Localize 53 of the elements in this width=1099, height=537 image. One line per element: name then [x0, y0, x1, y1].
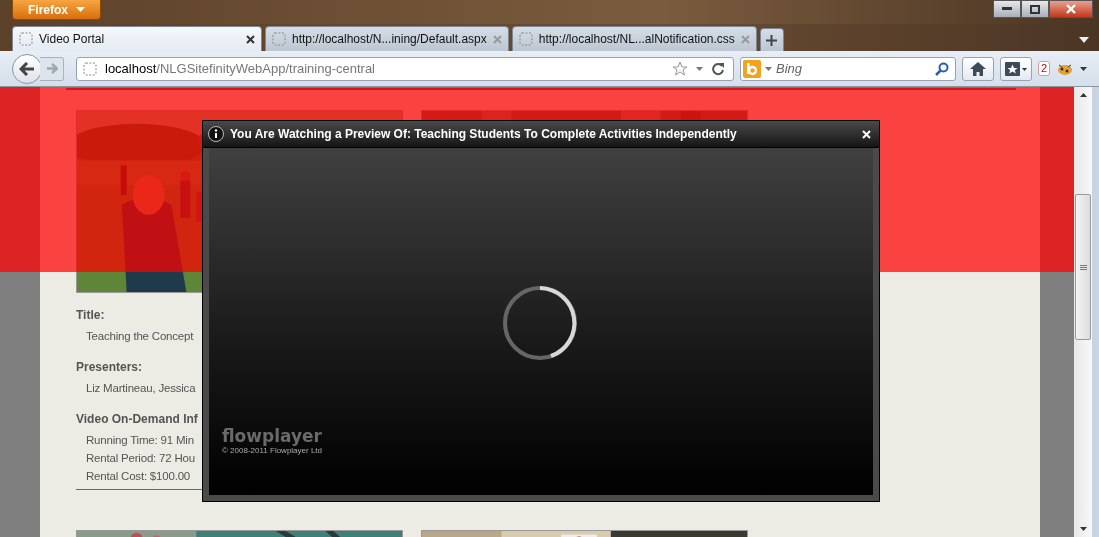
grip-icon [1079, 264, 1087, 270]
field-label: Presenters: [76, 359, 143, 376]
bookmarks-icon [1004, 60, 1028, 77]
page-icon [518, 32, 533, 46]
back-button[interactable] [12, 53, 42, 84]
maximize-button[interactable] [1021, 0, 1049, 18]
scroll-down-icon[interactable] [1079, 527, 1087, 531]
tab-list-icon[interactable] [1079, 37, 1089, 43]
close-button[interactable] [1049, 0, 1093, 18]
browser-tab[interactable]: http://localhost/NL...alNotification.css [511, 26, 757, 51]
field-value: Rental Cost: $100.00 [86, 469, 191, 484]
loading-spinner-icon [501, 284, 579, 362]
caret-icon[interactable] [1080, 66, 1088, 71]
field-label: Title: [76, 307, 105, 324]
bookmark-star-icon[interactable] [672, 61, 688, 76]
plus-icon [766, 34, 778, 46]
field-label: Video On-Demand Inf [76, 411, 198, 428]
close-icon[interactable] [246, 34, 255, 44]
browser-tab[interactable]: Video Portal [12, 26, 262, 51]
field-value: Running Time: 91 Min [86, 433, 194, 448]
field-value: Rental Period: 72 Hou [86, 451, 195, 466]
scrollbar-thumb[interactable] [1075, 194, 1091, 340]
copyright-text: © 2008-2011 Flowplayer Ltd [222, 446, 323, 455]
page-icon [83, 61, 97, 76]
scrollbar[interactable] [1074, 87, 1092, 537]
minimize-icon [1002, 7, 1012, 11]
home-button[interactable] [962, 56, 994, 81]
home-icon [970, 61, 986, 76]
search-icon[interactable] [935, 61, 949, 76]
caret-icon[interactable] [765, 66, 772, 71]
player-logo: flowplayer [222, 426, 322, 446]
page-icon [272, 32, 286, 46]
scroll-up-icon[interactable] [1079, 93, 1087, 97]
bookmarks-button[interactable] [1000, 56, 1032, 81]
info-icon [208, 126, 224, 142]
close-icon [1065, 4, 1077, 14]
field-value: Liz Martineau, Jessica [86, 381, 196, 396]
caret-icon[interactable] [696, 66, 703, 71]
addon-count-badge[interactable]: 2 [1038, 61, 1051, 76]
dialog-title: You Are Watching a Preview Of: Teaching Students To Complete Activities Independently [230, 127, 738, 141]
new-tab-button[interactable] [759, 28, 784, 51]
page-icon [19, 32, 33, 46]
address-field[interactable]: localhost/NLGSitefinityWebApp/training-central [76, 56, 734, 81]
search-field[interactable]: Bing [740, 56, 956, 81]
browser-tab[interactable]: http://localhost/N...ining/Default.aspx [265, 26, 509, 51]
field-value: Teaching the Concept [86, 329, 194, 344]
maximize-icon [1030, 4, 1040, 14]
caret-icon [76, 7, 85, 12]
reload-icon[interactable] [711, 61, 725, 76]
video-player[interactable]: flowplayer © 2008-2011 Flowplayer Ltd [209, 148, 873, 495]
minimize-button[interactable] [993, 0, 1021, 18]
back-arrow-icon [19, 61, 35, 76]
forward-arrow-icon [45, 63, 58, 74]
